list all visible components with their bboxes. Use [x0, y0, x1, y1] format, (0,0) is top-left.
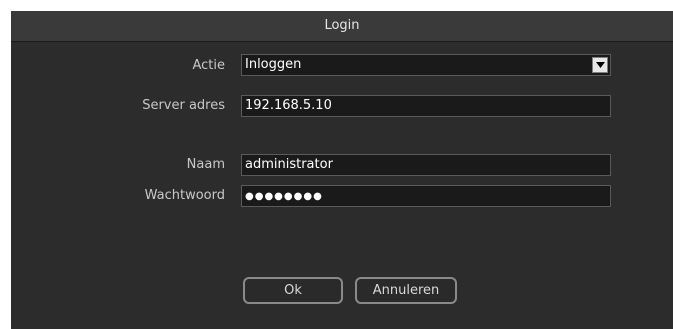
action-select[interactable]: Inloggen [241, 54, 611, 76]
server-address-field[interactable]: 192.168.5.10 [241, 95, 611, 117]
dialog-title: Login [11, 11, 673, 42]
chevron-down-icon[interactable] [592, 57, 608, 73]
server-address-value: 192.168.5.10 [245, 98, 332, 113]
action-label: Actie [192, 58, 225, 73]
password-label: Wachtwoord [144, 188, 225, 203]
name-label: Naam [186, 157, 225, 172]
name-value: administrator [245, 157, 333, 172]
server-label: Server adres [142, 98, 225, 113]
password-masked-value: ●●●●●●●● [245, 191, 323, 202]
action-select-value: Inloggen [245, 57, 302, 72]
login-dialog: Login Actie Inloggen Server adres 192.16… [11, 11, 673, 329]
cancel-button[interactable]: Annuleren [355, 277, 457, 304]
password-field[interactable]: ●●●●●●●● [241, 185, 611, 207]
ok-button[interactable]: Ok [243, 277, 343, 304]
name-field[interactable]: administrator [241, 154, 611, 176]
